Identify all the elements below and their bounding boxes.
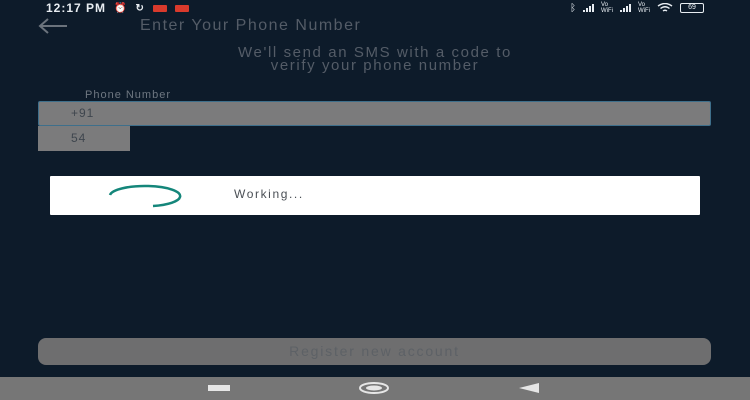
vowifi-label-2: Vo WiFi (638, 2, 650, 14)
page-title: Enter Your Phone Number (140, 17, 362, 34)
wifi-icon (657, 3, 673, 12)
notification-icon-1 (152, 4, 167, 12)
recents-icon[interactable] (208, 385, 230, 391)
system-nav-bar (0, 377, 750, 400)
progress-dialog: Working... (50, 176, 700, 215)
phone-number-label: Phone Number (85, 89, 171, 101)
register-button[interactable]: Register new account (38, 338, 711, 365)
home-icon[interactable] (358, 382, 390, 394)
signal-icon-1 (583, 4, 594, 12)
spinner-icon (108, 184, 182, 208)
status-left: 12:17 PM ⏰ ↻ (46, 1, 189, 15)
back-button[interactable] (38, 15, 72, 37)
nav-back-icon[interactable] (517, 382, 541, 394)
signal-icon-2 (620, 4, 631, 12)
sms-info-line-2: verify your phone number (270, 57, 480, 74)
sms-info-text: We'll send an SMS with a code to verify … (0, 45, 750, 74)
bluetooth-icon: ᛒ (570, 2, 576, 14)
app-header: Enter Your Phone Number (0, 14, 750, 40)
alarm-icon: ⏰ (114, 2, 128, 14)
progress-text: Working... (234, 187, 304, 201)
verification-code-box[interactable]: 54 (38, 126, 130, 151)
battery-icon: 69 (680, 3, 704, 13)
clock: 12:17 PM (46, 1, 107, 15)
notification-icon-2 (174, 4, 189, 12)
phone-number-input[interactable]: +91 (38, 101, 711, 126)
back-arrow-icon (38, 18, 67, 34)
vowifi-label-1: Vo WiFi (601, 2, 613, 14)
sync-icon: ↻ (135, 2, 145, 14)
status-right: ᛒ Vo WiFi Vo WiFi 69 (570, 2, 704, 14)
